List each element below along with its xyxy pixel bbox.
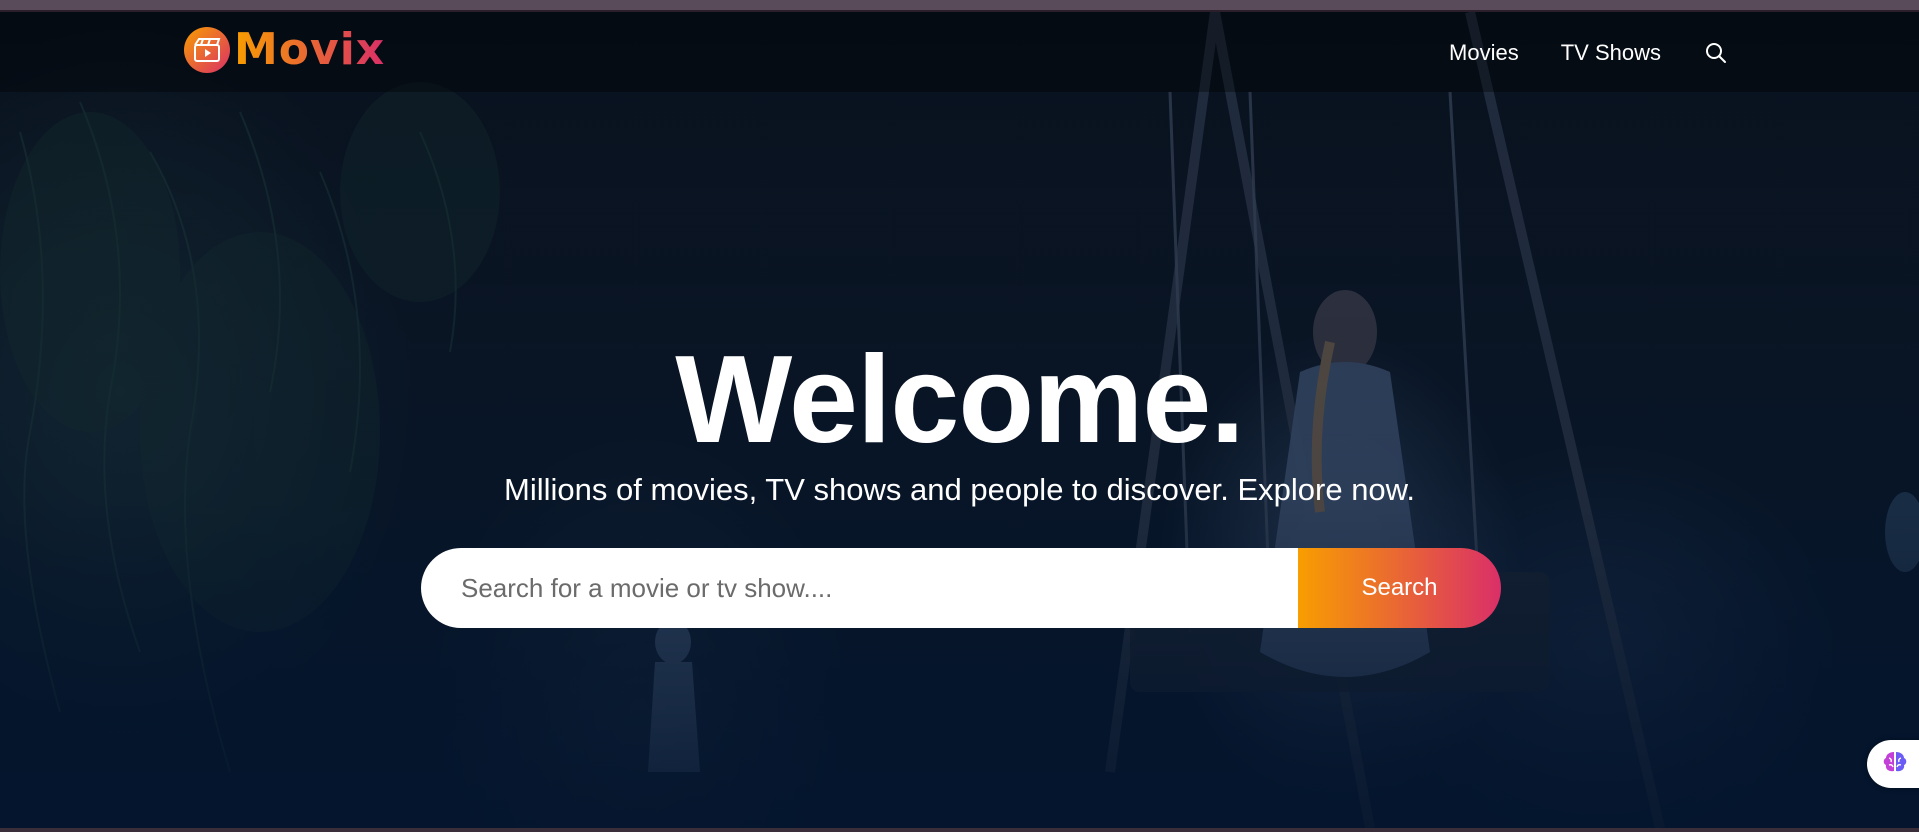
clapperboard-play-icon	[184, 27, 230, 73]
page: Movix Movies TV Shows Welcome. Millions …	[0, 0, 1919, 832]
top-navbar: Movix Movies TV Shows	[0, 12, 1919, 92]
hero-search-bar: Search	[421, 548, 1501, 628]
main-nav: Movies TV Shows	[1449, 38, 1729, 68]
brain-icon	[1881, 749, 1909, 780]
hero-search-button[interactable]: Search	[1298, 548, 1501, 628]
nav-item-movies[interactable]: Movies	[1449, 40, 1519, 66]
hero-subtitle: Millions of movies, TV shows and people …	[504, 472, 1415, 507]
bottom-strip	[0, 828, 1919, 832]
hero-title: Welcome.	[675, 331, 1245, 469]
assistant-widget[interactable]	[1867, 740, 1919, 788]
hero-section: Welcome. Millions of movies, TV shows an…	[0, 330, 1919, 510]
search-icon[interactable]	[1703, 40, 1729, 66]
logo[interactable]: Movix	[184, 26, 385, 74]
nav-item-tv-shows[interactable]: TV Shows	[1561, 40, 1661, 66]
browser-top-strip	[0, 0, 1919, 12]
logo-text: Movix	[234, 24, 386, 75]
hero-search-input[interactable]	[421, 548, 1298, 628]
